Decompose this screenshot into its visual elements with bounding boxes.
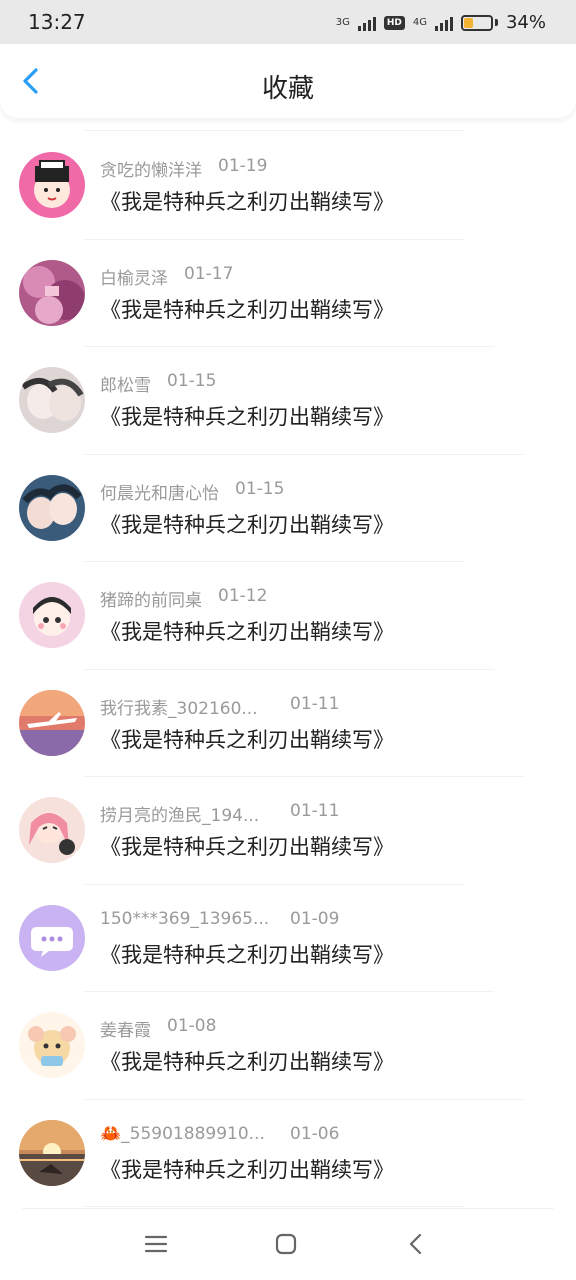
timestamp: 01-09	[290, 908, 340, 929]
navigation-bar	[0, 1208, 576, 1280]
timestamp: 01-17	[184, 263, 234, 284]
avatar[interactable]	[19, 367, 85, 433]
item-title[interactable]: 《我是特种兵之利刃出鞘续写》	[100, 401, 394, 431]
list-item[interactable]: 我行我素_302160... 01-11 《我是特种兵之利刃出鞘续写》	[0, 670, 576, 777]
username[interactable]: 捞月亮的渔民_194...	[100, 806, 259, 826]
username[interactable]: 何晨光和唐心怡	[100, 484, 219, 504]
list-item[interactable]: 白榆灵泽 01-17 《我是特种兵之利刃出鞘续写》	[0, 240, 576, 347]
avatar[interactable]	[19, 1119, 85, 1186]
avatar-image	[19, 474, 85, 541]
item-title[interactable]: 《我是特种兵之利刃出鞘续写》	[100, 831, 394, 861]
avatar[interactable]	[19, 1012, 85, 1078]
item-title[interactable]: 《我是特种兵之利刃出鞘续写》	[100, 186, 394, 216]
username[interactable]: 姜春霞	[100, 1021, 151, 1041]
system-back-button[interactable]	[402, 1230, 430, 1258]
divider	[84, 130, 464, 131]
avatar[interactable]	[19, 259, 85, 326]
divider	[84, 1206, 464, 1207]
avatar-image	[19, 1119, 85, 1186]
timestamp: 01-06	[290, 1123, 340, 1144]
battery-icon	[460, 14, 493, 31]
list-item[interactable]: 郎松雪 01-15 《我是特种兵之利刃出鞘续写》	[0, 347, 576, 455]
timestamp: 01-11	[290, 693, 340, 714]
status-bar: 13:27 3G HD 4G 34%	[0, 0, 576, 44]
item-title[interactable]: 《我是特种兵之利刃出鞘续写》	[100, 294, 394, 324]
app-header: 收藏	[0, 44, 576, 118]
network-label-3g: 3G	[335, 16, 350, 28]
item-meta: 猪蹄的前同桌 01-12	[100, 586, 267, 611]
list-item[interactable]: 何晨光和唐心怡 01-15 《我是特种兵之利刃出鞘续写》	[0, 455, 576, 562]
home-icon	[275, 1233, 297, 1255]
item-title[interactable]: 《我是特种兵之利刃出鞘续写》	[100, 724, 394, 754]
timestamp: 01-11	[290, 801, 340, 821]
favorites-list: 贪吃的懒洋洋 01-19 《我是特种兵之利刃出鞘续写》 白榆灵泽 01-17 《我是特种兵…	[0, 132, 576, 1207]
home-button[interactable]	[272, 1230, 300, 1258]
list-item[interactable]: 贪吃的懒洋洋 01-19 《我是特种兵之利刃出鞘续写》	[0, 132, 576, 240]
item-meta: 150***369_13965... 01-09	[100, 909, 339, 929]
item-meta: 何晨光和唐心怡 01-15	[100, 479, 284, 504]
avatar-image	[19, 582, 85, 648]
timestamp: 01-12	[218, 586, 268, 606]
battery-percentage: 34%	[505, 12, 546, 33]
item-meta: 贪吃的懒洋洋 01-19	[100, 156, 267, 181]
menu-icon	[144, 1235, 168, 1253]
network-label-4g: 4G	[412, 16, 427, 28]
list-item[interactable]: 150***369_13965... 01-09 《我是特种兵之利刃出鞘续写》	[0, 885, 576, 992]
username[interactable]: 🦀_55901889910...	[100, 1124, 265, 1144]
item-title[interactable]: 《我是特种兵之利刃出鞘续写》	[100, 509, 394, 539]
hd-badge: HD	[383, 15, 405, 30]
status-icons: 3G HD 4G 34%	[336, 12, 546, 33]
avatar[interactable]	[19, 152, 85, 218]
list-item[interactable]: 猪蹄的前同桌 01-12 《我是特种兵之利刃出鞘续写》	[0, 562, 576, 670]
item-title[interactable]: 《我是特种兵之利刃出鞘续写》	[100, 1046, 394, 1076]
avatar-image	[19, 259, 85, 326]
page-title: 收藏	[261, 74, 314, 104]
avatar-image	[19, 152, 85, 218]
divider	[22, 1208, 554, 1209]
item-meta: 姜春霞 01-08	[100, 1016, 216, 1041]
username[interactable]: 白榆灵泽	[100, 269, 168, 289]
avatar[interactable]	[19, 474, 85, 541]
item-title[interactable]: 《我是特种兵之利刃出鞘续写》	[100, 616, 394, 646]
item-meta: 🦀_55901889910... 01-06	[100, 1124, 339, 1144]
timestamp: 01-19	[218, 156, 268, 176]
avatar-image	[19, 689, 85, 756]
avatar-image	[19, 367, 85, 433]
avatar-image	[19, 904, 85, 971]
item-title[interactable]: 《我是特种兵之利刃出鞘续写》	[100, 939, 394, 969]
signal-icon	[434, 15, 453, 31]
item-meta: 白榆灵泽 01-17	[100, 264, 233, 289]
list-item[interactable]: 姜春霞 01-08 《我是特种兵之利刃出鞘续写》	[0, 992, 576, 1100]
username[interactable]: 郎松雪	[100, 376, 151, 396]
username[interactable]: 猪蹄的前同桌	[100, 591, 202, 611]
item-meta: 捞月亮的渔民_194... 01-11	[100, 801, 339, 826]
item-meta: 我行我素_302160... 01-11	[100, 694, 339, 719]
timestamp: 01-08	[167, 1016, 217, 1036]
back-icon	[409, 1233, 422, 1255]
battery-tip	[494, 19, 498, 26]
username[interactable]: 贪吃的懒洋洋	[100, 161, 202, 181]
signal-icon	[357, 15, 376, 31]
avatar[interactable]	[19, 904, 85, 971]
username[interactable]: 150***369_13965...	[100, 909, 269, 929]
timestamp: 01-15	[167, 371, 217, 391]
avatar[interactable]	[19, 797, 85, 863]
avatar[interactable]	[19, 689, 85, 756]
status-time: 13:27	[28, 10, 86, 34]
menu-button[interactable]	[142, 1230, 170, 1258]
item-title[interactable]: 《我是特种兵之利刃出鞘续写》	[100, 1154, 394, 1184]
timestamp: 01-15	[235, 478, 285, 499]
avatar-image	[19, 1012, 85, 1078]
avatar-image	[19, 797, 85, 863]
list-item[interactable]: 捞月亮的渔民_194... 01-11 《我是特种兵之利刃出鞘续写》	[0, 777, 576, 885]
username[interactable]: 我行我素_302160...	[100, 699, 258, 719]
list-item[interactable]: 🦀_55901889910... 01-06 《我是特种兵之利刃出鞘续写》	[0, 1100, 576, 1207]
avatar[interactable]	[19, 582, 85, 648]
item-meta: 郎松雪 01-15	[100, 371, 216, 396]
